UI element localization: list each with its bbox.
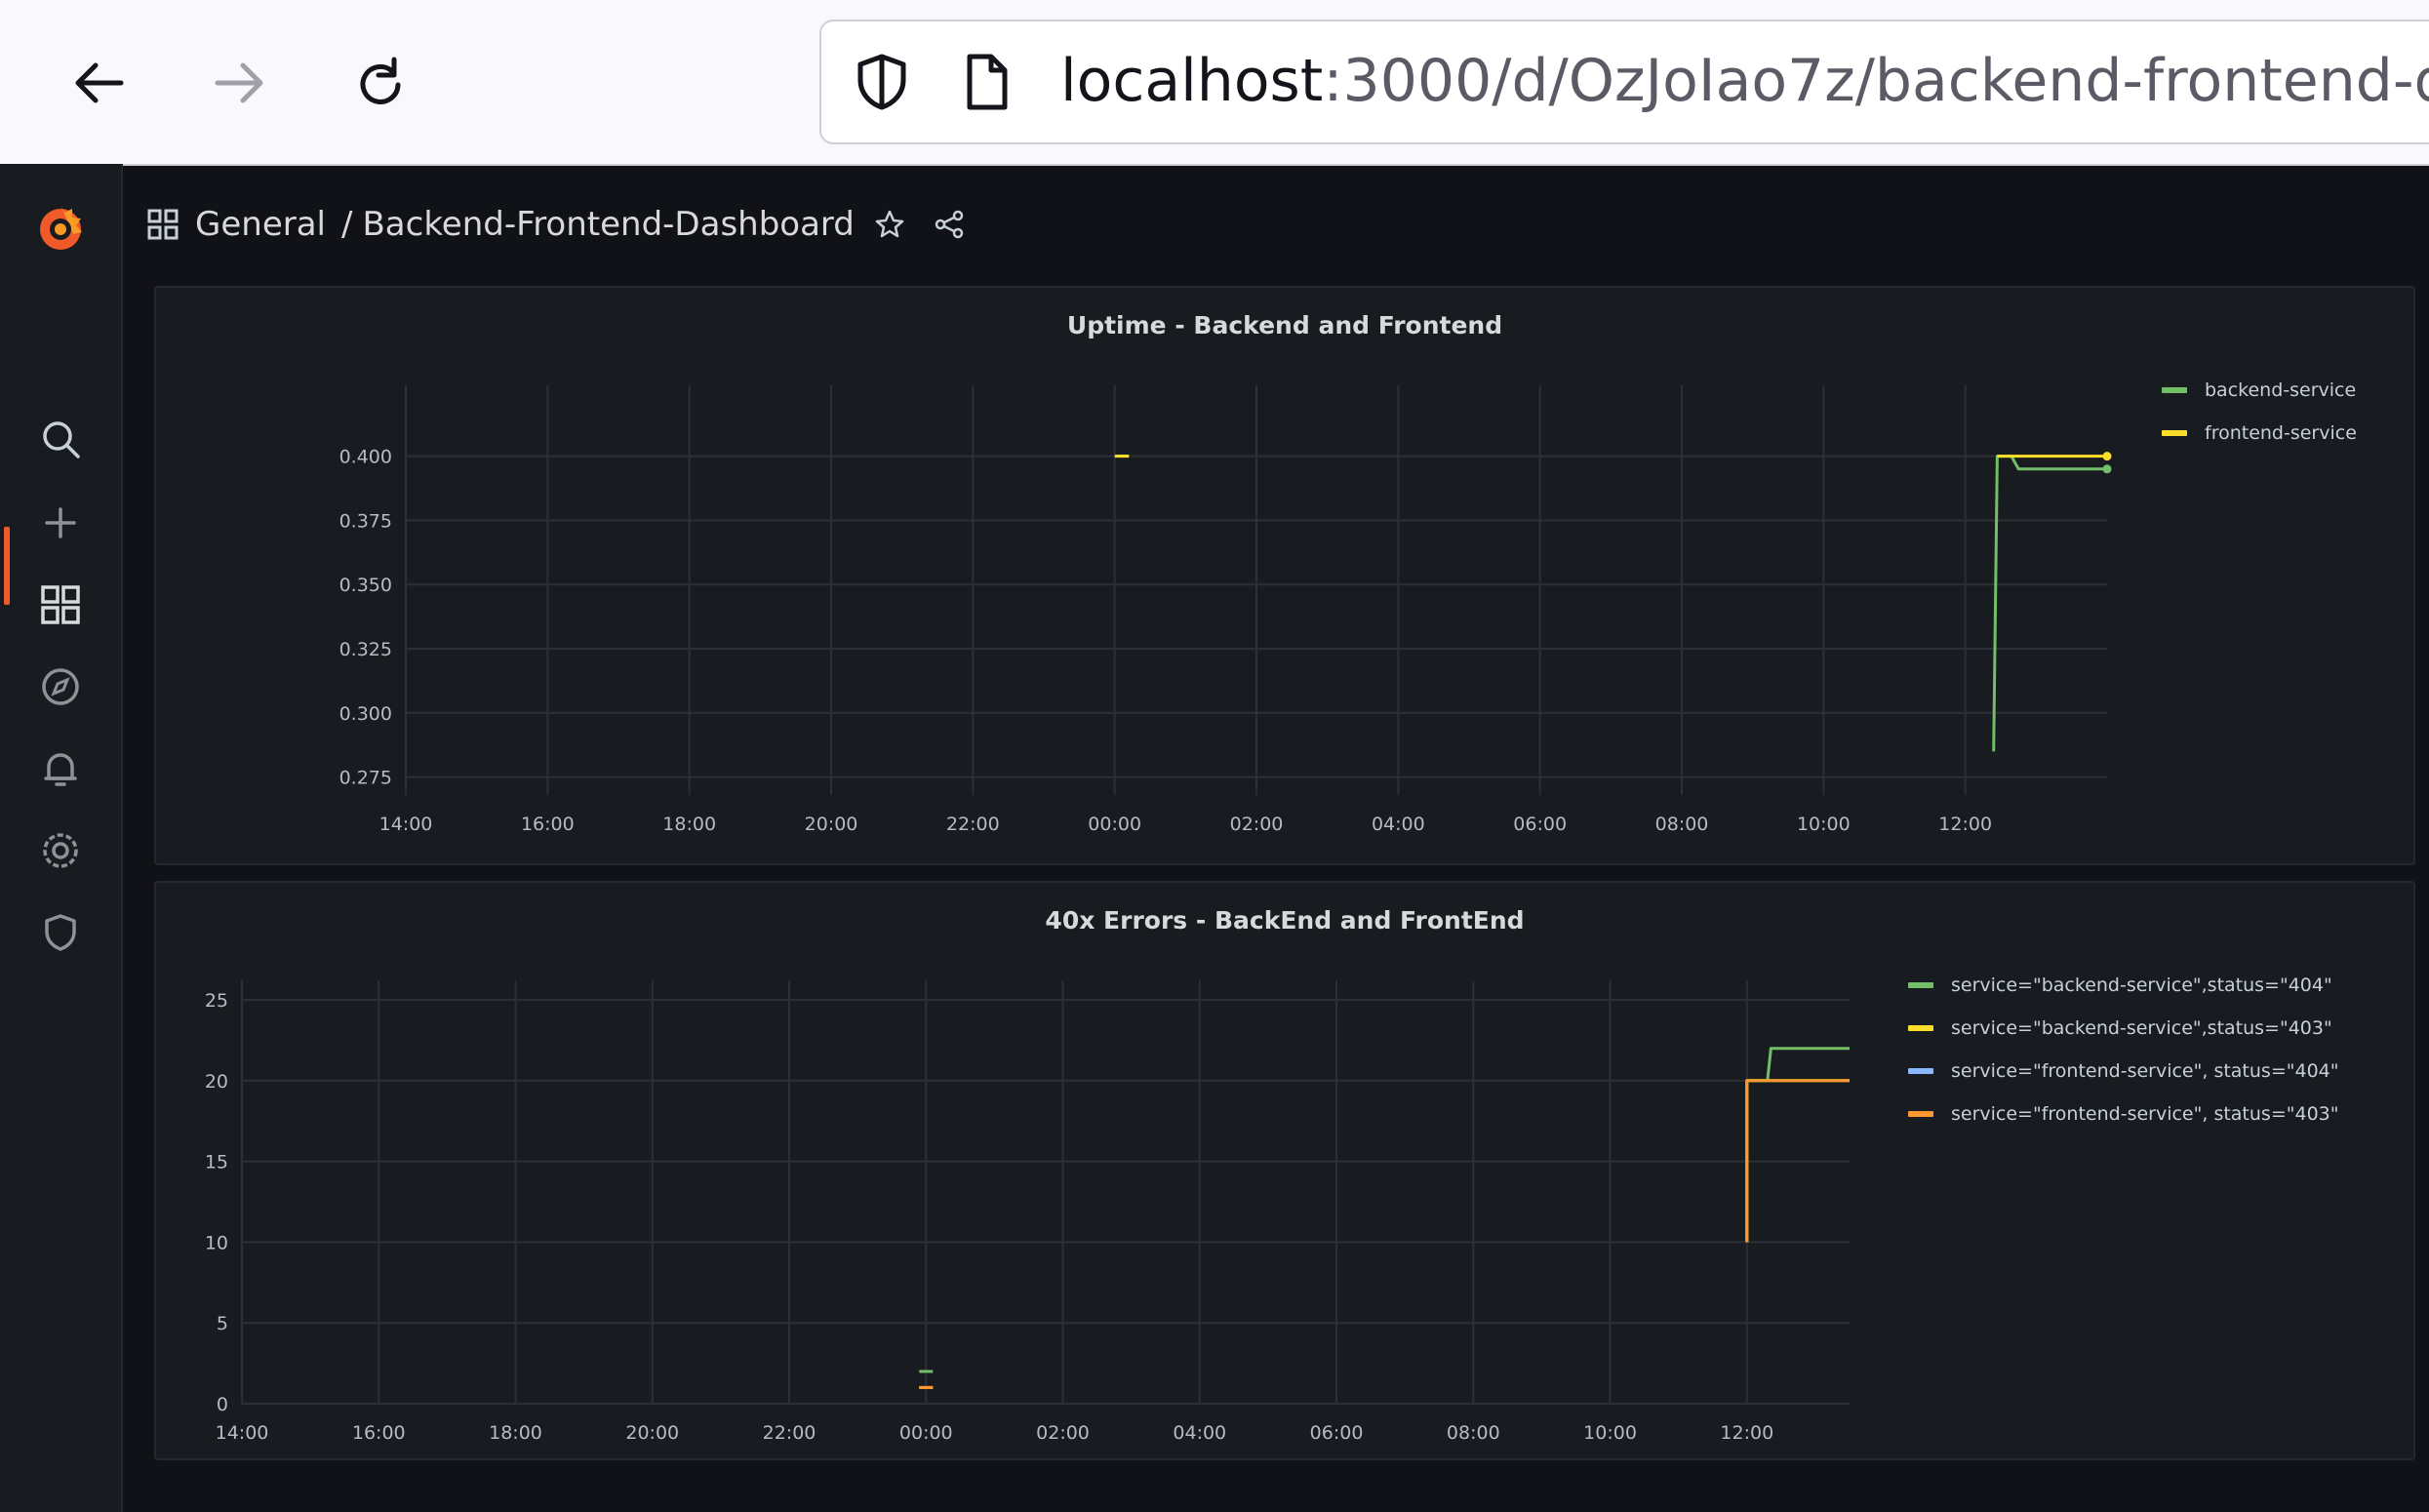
x-tick-label: 18:00 [489,1422,542,1444]
share-icon[interactable] [933,208,966,241]
breadcrumb-separator: / [341,205,353,244]
dashboards-grid-icon [146,208,179,241]
x-tick-label: 12:00 [1720,1422,1773,1444]
shield-icon[interactable] [851,51,913,117]
legend-swatch [1908,1025,1933,1031]
x-tick-label: 18:00 [662,814,716,835]
y-tick-label: 0.325 [339,639,392,660]
y-tick-label: 25 [205,990,228,1012]
x-tick-label: 02:00 [1230,814,1284,835]
errors-chart: 0 5 10 15 20 25 14:00 16:00 18:00 20:00 22:00 00:00… [205,980,1850,1444]
x-tick-label: 22:00 [946,814,1000,835]
y-tick-label: 20 [205,1071,228,1093]
sidebar [0,164,123,1512]
y-tick-label: 15 [205,1152,228,1174]
grafana-logo[interactable] [0,191,121,265]
y-tick-label: 0.300 [339,703,392,725]
legend-swatch [2162,387,2187,393]
y-tick-label: 0.400 [339,447,392,468]
x-tick-label: 10:00 [1583,1422,1637,1444]
search-icon[interactable] [0,402,121,476]
browser-toolbar: localhost:3000/d/OzJoIao7z/backend-front… [0,0,2429,166]
plus-icon[interactable] [0,486,121,560]
back-arrow-icon[interactable] [60,44,139,122]
star-icon[interactable] [874,209,905,240]
legend-item[interactable]: service="backend-service",status="404" [1908,975,2332,996]
legend-item[interactable]: service="frontend-service", status="403" [1908,1103,2339,1125]
x-tick-label: 02:00 [1036,1422,1090,1444]
dashboard-title[interactable]: Backend-Frontend-Dashboard [362,205,854,244]
x-tick-label: 20:00 [805,814,858,835]
url-host: localhost [1060,47,1324,115]
legend-label: frontend-service [2205,422,2357,444]
legend-item[interactable]: backend-service [2162,379,2356,401]
x-tick-label: 22:00 [763,1422,816,1444]
y-tick-label: 0 [217,1394,228,1415]
x-tick-label: 08:00 [1447,1422,1500,1444]
legend-swatch [1908,1111,1933,1117]
x-tick-label: 00:00 [1088,814,1141,835]
uptime-panel[interactable]: Uptime - Backend and Frontend 0.275 0.300… [154,286,2415,865]
legend-label: service="frontend-service", status="404" [1951,1060,2339,1082]
shield-admin-icon[interactable] [0,895,121,970]
page-icon[interactable] [958,51,1016,117]
dashboards-icon[interactable] [0,568,121,642]
y-tick-label: 10 [205,1232,228,1253]
legend-label: backend-service [2205,379,2357,401]
x-tick-label: 06:00 [1310,1422,1364,1444]
legend-label: service="backend-service",status="403" [1951,1017,2332,1039]
legend-item[interactable]: service="frontend-service", status="404" [1908,1060,2339,1082]
forward-arrow-icon[interactable] [200,44,278,122]
x-tick-label: 16:00 [352,1422,406,1444]
x-tick-label: 14:00 [216,1422,269,1444]
bell-icon[interactable] [0,732,121,806]
series-line [1745,1047,1850,1243]
errors-panel[interactable]: 40x Errors - BackEnd and FrontEnd 0 5 10 15… [154,881,2415,1460]
x-tick-label: 20:00 [625,1422,679,1444]
series-line [1992,455,2107,752]
legend-swatch [1908,1068,1933,1074]
series-point [2102,452,2112,461]
y-tick-label: 0.350 [339,575,392,596]
legend-label: service="frontend-service", status="403" [1951,1103,2339,1125]
uptime-chart: 0.275 0.300 0.325 0.350 0.375 0.400 16:00 18:00… [339,385,2112,835]
x-tick-label: 14:00 [379,814,433,835]
legend-label: service="backend-service",status="404" [1951,975,2332,996]
x-tick-label: 04:00 [1372,814,1425,835]
legend-item[interactable]: frontend-service [2162,422,2357,444]
breadcrumb-folder[interactable]: General [195,205,326,244]
y-tick-label: 0.275 [339,768,392,789]
legend-swatch [1908,982,1933,988]
compass-icon[interactable] [0,650,121,724]
y-tick-label: 5 [217,1313,228,1334]
x-tick-label: 16:00 [521,814,575,835]
x-tick-label: 04:00 [1173,1422,1226,1444]
url-bar[interactable]: localhost:3000/d/OzJoIao7z/backend-front… [819,20,2429,144]
url-path: :3000/d/OzJoIao7z/backend-frontend-das [1323,47,2429,115]
x-tick-label: 10:00 [1797,814,1851,835]
x-tick-label: 12:00 [1938,814,1992,835]
series-point [2102,464,2112,474]
y-tick-label: 0.375 [339,510,392,532]
reload-icon[interactable] [341,44,419,122]
dashboard-header: General / Backend-Frontend-Dashboard [146,195,966,254]
x-tick-label: 00:00 [899,1422,953,1444]
gear-icon[interactable] [0,814,121,888]
legend-item[interactable]: service="backend-service",status="403" [1908,1017,2332,1039]
x-tick-label: 06:00 [1513,814,1567,835]
legend-swatch [2162,430,2187,436]
x-tick-label: 08:00 [1655,814,1709,835]
url-text[interactable]: localhost:3000/d/OzJoIao7z/backend-front… [1060,47,2429,115]
